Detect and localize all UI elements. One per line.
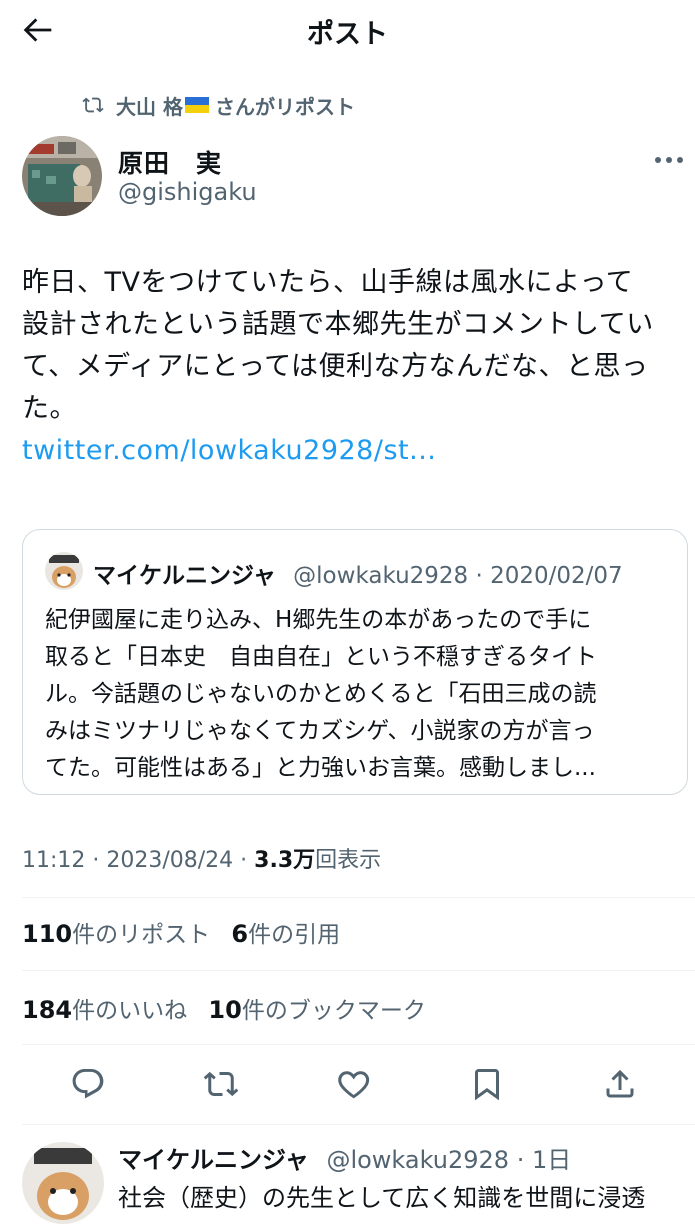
repost-indicator[interactable]: 大山 格 さんがリポスト <box>82 90 355 120</box>
quote-text: 紀伊國屋に走り込み、H郷先生の本があったので手に 取ると「日本史 自由自在」とい… <box>45 602 685 787</box>
quotes-label: 件の引用 <box>248 922 341 948</box>
quote-line: てた。可能性はある」と力強いお言葉。感動しまし... <box>45 755 596 781</box>
page-title: ポスト <box>307 19 388 50</box>
likes-label: 件のいいね <box>72 998 188 1024</box>
like-icon <box>338 1071 370 1099</box>
repost-icon <box>82 97 104 113</box>
view-label: 回表示 <box>315 848 382 873</box>
share-button[interactable] <box>602 1066 638 1102</box>
reply-button[interactable] <box>70 1066 106 1102</box>
repost-user[interactable]: 大山 格 <box>116 91 183 120</box>
reply-author-handle[interactable]: @lowkaku2928 <box>326 1146 509 1174</box>
quote-author-name: マイケルニンジャ <box>93 563 276 589</box>
reposts-label: 件のリポスト <box>72 922 211 948</box>
reply-avatar[interactable] <box>22 1142 104 1224</box>
bookmarks-count-link[interactable]: 10件のブックマーク <box>208 996 426 1024</box>
more-options-button[interactable] <box>652 148 686 172</box>
bookmark-button[interactable] <box>469 1066 505 1102</box>
tweet-text: 昨日、TVをつけていたら、山手線は風水によって 設計されたという話題で本郷先生が… <box>22 262 682 472</box>
divider <box>22 1124 695 1125</box>
repost-icon <box>203 1071 239 1097</box>
quotes-count: 6 <box>231 920 249 948</box>
like-bookmark-stats: 184件のいいね 10件のブックマーク <box>22 991 440 1025</box>
tweet-line: 設計されたという話題で本郷先生がコメントしてい <box>22 309 654 340</box>
quote-line: 取ると「日本史 自由自在」という不穏すぎるタイト <box>45 644 597 670</box>
ukraine-flag-emoji <box>184 97 209 113</box>
tweet-line: て、メディアにとっては便利な方なんだな、と思っ <box>22 351 649 382</box>
bookmark-icon <box>475 1069 499 1101</box>
author-avatar[interactable] <box>22 136 102 216</box>
quote-line: 紀伊國屋に走り込み、H郷先生の本があったので手に <box>45 607 592 633</box>
quote-avatar <box>45 552 83 590</box>
tweet-meta: 11:12 · 2023/08/24 · 3.3万回表示 <box>22 842 381 874</box>
quote-line: みはミツナリじゃなくてカズシゲ、小説家の方が言っ <box>45 718 595 744</box>
likes-count: 184 <box>22 996 73 1024</box>
bookmarks-label: 件のブックマーク <box>241 998 426 1024</box>
divider <box>22 897 695 898</box>
tweet-line: た。 <box>22 393 77 424</box>
reposts-count-link[interactable]: 110件のリポスト <box>22 920 211 948</box>
view-count: 3.3万 <box>254 848 316 873</box>
author-handle[interactable]: @gishigaku <box>118 178 257 206</box>
reply-text: 社会（歴史）の先生として広く知識を世間に浸透 <box>118 1184 646 1212</box>
reply-time: · 1日 <box>516 1146 572 1174</box>
divider <box>22 1044 695 1045</box>
quote-header: マイケルニンジャ @lowkaku2928 · 2020/02/07 <box>93 556 623 590</box>
likes-count-link[interactable]: 184件のいいね <box>22 996 188 1024</box>
reply-icon <box>72 1069 104 1099</box>
quote-author-handle: @lowkaku2928 <box>293 563 469 589</box>
repost-button[interactable] <box>203 1066 239 1102</box>
share-icon <box>606 1069 634 1098</box>
repost-quote-stats: 110件のリポスト 6件の引用 <box>22 915 354 949</box>
quote-line: ル。今話題のじゃないのかとめくると「石田三成の読 <box>45 681 597 707</box>
quotes-count-link[interactable]: 6件の引用 <box>231 920 341 948</box>
quote-date: · 2020/02/07 <box>475 563 623 589</box>
repost-suffix: さんがリポスト <box>214 94 355 119</box>
tweet-timestamp[interactable]: 11:12 · 2023/08/24 · <box>22 848 254 873</box>
quoted-tweet-card[interactable]: マイケルニンジャ @lowkaku2928 · 2020/02/07 紀伊國屋に… <box>22 529 688 795</box>
tweet-line: 昨日、TVをつけていたら、山手線は風水によって <box>22 267 634 298</box>
bookmarks-count: 10 <box>208 996 242 1024</box>
like-button[interactable] <box>336 1066 372 1102</box>
reply-author-name[interactable]: マイケルニンジャ <box>118 1146 309 1174</box>
author-name[interactable]: 原田 実 <box>118 144 222 180</box>
divider <box>22 970 695 971</box>
reply-header: マイケルニンジャ @lowkaku2928 · 1日 <box>118 1140 571 1175</box>
reposts-count: 110 <box>22 920 73 948</box>
more-icon <box>655 157 683 163</box>
tweet-link[interactable]: twitter.com/lowkaku2928/st... <box>22 430 682 472</box>
top-bar: ポスト <box>0 0 695 60</box>
